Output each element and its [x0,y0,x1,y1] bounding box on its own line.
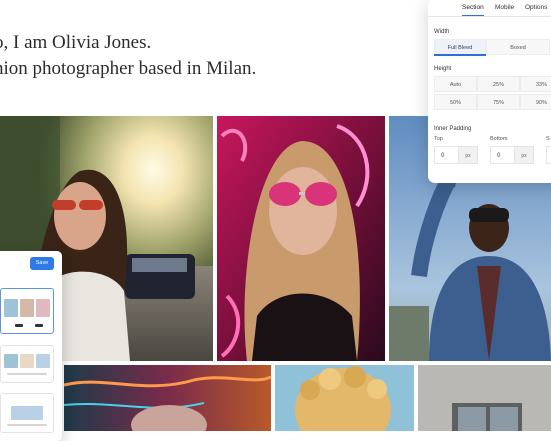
height-label: Height [434,66,452,72]
hero-tagline: hion photographer based in Milan. [0,58,257,79]
neon-portrait-image [217,116,385,361]
layout-thumb [20,354,34,368]
padding-bottom-unit[interactable]: px [514,146,534,164]
layout-text-line [7,373,47,375]
padding-side-input[interactable] [546,146,551,164]
inner-padding-label: Inner Padding [434,126,472,132]
tab-options[interactable]: Options [525,4,547,15]
layout-thumb [4,299,18,317]
layout-thumb [36,354,50,368]
gallery-photo-curly-portrait[interactable] [275,365,414,431]
height-auto-option[interactable]: Auto [434,76,477,92]
section-settings-panel: Section Mobile Options Width Full Bleed … [428,0,551,183]
tabs-divider [428,16,551,17]
padding-top-label: Top [434,136,443,142]
window-image [418,365,551,431]
hero-greeting: o, I am Olivia Jones. [0,32,152,53]
padding-bottom-label: Bottom [490,136,508,142]
padding-top-unit[interactable]: px [458,146,478,164]
height-33-option[interactable]: 33% [520,76,551,92]
hero-intro: o, I am Olivia Jones. hion photographer … [0,30,256,82]
save-button[interactable]: Save [30,257,54,270]
gallery-photo-neon-portrait[interactable] [217,116,385,361]
width-boxed-option[interactable]: Boxed [486,39,550,55]
height-25-option[interactable]: 25% [477,76,520,92]
width-label: Width [434,29,450,35]
neon-lights-image [64,365,271,431]
layout-option-3[interactable] [0,393,54,433]
layout-thumb [4,354,18,368]
layout-caption-bar [15,324,23,327]
padding-side-label: S [546,136,550,142]
layout-text-line [7,424,47,426]
tab-mobile[interactable]: Mobile [495,4,514,15]
gallery-photo-window[interactable] [418,365,551,431]
layout-option-2[interactable] [0,345,54,383]
width-options: Full Bleed Boxed [434,39,550,55]
gallery-photo-neon-lights[interactable] [64,365,271,431]
settings-tabs: Section Mobile Options [428,2,551,17]
layout-option-1[interactable] [0,288,54,334]
layout-thumb [11,406,43,420]
height-options-row-1: Auto 25% 33% [434,76,551,92]
layout-caption-bar [35,324,43,327]
width-full-bleed-option[interactable]: Full Bleed [434,39,486,55]
height-50-option[interactable]: 50% [434,94,477,110]
curly-portrait-image [275,365,414,431]
height-75-option[interactable]: 75% [477,94,520,110]
layout-picker-card: Save [0,251,62,441]
height-90-option[interactable]: 90% [520,94,551,110]
height-options-row-2: 50% 75% 90% [434,94,551,110]
layout-thumb [36,299,50,317]
width-selected-indicator [434,54,486,56]
layout-thumb [20,299,34,317]
